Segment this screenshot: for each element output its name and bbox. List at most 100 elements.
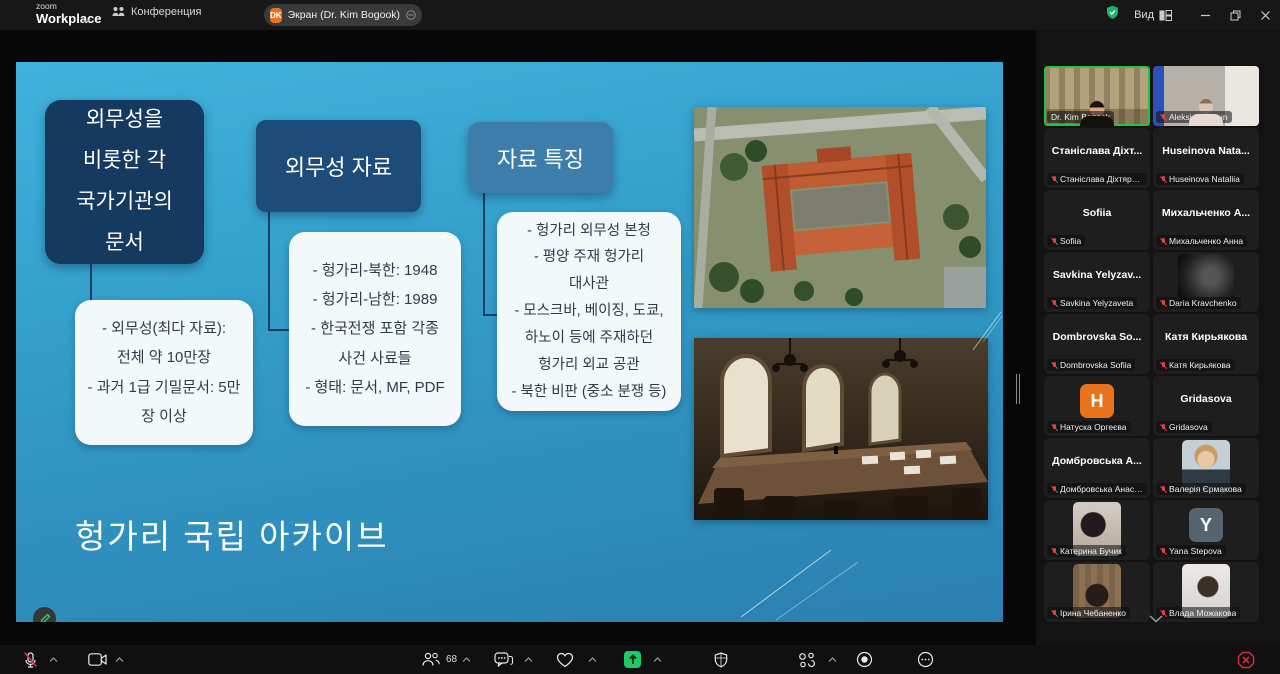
participant-name: Михальченко А...: [1153, 207, 1259, 219]
chevron-down-icon[interactable]: [82, 11, 91, 29]
participants-button[interactable]: 68: [422, 645, 457, 674]
minimize-button[interactable]: [1190, 0, 1220, 30]
panel-resize-handle[interactable]: [1016, 374, 1020, 404]
participant-tile[interactable]: Y Yana Stepova: [1153, 500, 1259, 560]
participant-label: Yana Stepova: [1156, 545, 1226, 557]
ellipsis-circle-icon[interactable]: [406, 8, 416, 22]
scroll-participants-button[interactable]: [1142, 612, 1170, 626]
participant-label: Huseinova Nataliia: [1156, 173, 1244, 185]
participant-tile[interactable]: Катерина Бучик: [1044, 500, 1150, 560]
apps-chevron[interactable]: [828, 645, 837, 674]
meeting-toolbar: 68: [0, 645, 1280, 674]
share-chevron[interactable]: [653, 645, 662, 674]
tab-screen-share[interactable]: DK Экран (Dr. Kim Bogook): [264, 4, 422, 26]
slide-detail-materials: - 헝가리-북한: 1948 - 헝가리-남한: 1989 - 한국전쟁 포함 …: [289, 232, 461, 426]
restore-button[interactable]: [1220, 0, 1250, 30]
chat-button[interactable]: [494, 645, 513, 674]
participant-label: Катерина Бучик: [1047, 545, 1126, 557]
participant-name: Sofiia: [1044, 207, 1150, 219]
close-window-button[interactable]: [1250, 0, 1280, 30]
view-button[interactable]: Вид: [1134, 9, 1172, 21]
muted-mic-icon: [1051, 175, 1058, 184]
more-button[interactable]: [917, 645, 934, 674]
participant-name: Gridasova: [1153, 393, 1259, 405]
slide-box-ministry-materials: 외무성 자료: [256, 120, 421, 212]
participant-tile[interactable]: Станіслава Діхт... Станіслава Діхтяренко: [1044, 128, 1150, 188]
muted-mic-icon: [1051, 299, 1058, 308]
camera-icon: [88, 653, 107, 666]
screen-tab-label: Экран (Dr. Kim Bogook): [288, 9, 400, 21]
security-button[interactable]: [714, 645, 728, 674]
verified-shield-icon: [1105, 5, 1120, 25]
muted-mic-icon: [1051, 361, 1058, 370]
muted-mic-icon: [1051, 423, 1058, 432]
archive-interior-photo: [694, 338, 988, 520]
participant-tile[interactable]: Михальченко А... Михальченко Анна: [1153, 190, 1259, 250]
heart-icon: [556, 652, 574, 668]
logo-line1: zoom: [36, 2, 102, 11]
muted-mic-icon: [1160, 113, 1167, 122]
reactions-chevron[interactable]: [588, 645, 597, 674]
participant-label: Станіслава Діхтяренко: [1047, 173, 1147, 185]
participant-tile[interactable]: Savkina Yelyzav... Savkina Yelyzaveta: [1044, 252, 1150, 312]
participant-tile[interactable]: Huseinova Nata... Huseinova Nataliia: [1153, 128, 1259, 188]
tab-conference[interactable]: Конференция: [112, 6, 201, 18]
participant-name: Станіслава Діхт...: [1044, 145, 1150, 157]
participant-name: Savkina Yelyzav...: [1044, 269, 1150, 281]
participant-tile[interactable]: Катя Кирьякова Катя Кирьякова: [1153, 314, 1259, 374]
muted-mic-icon: [1160, 175, 1167, 184]
titlebar: zoom Workplace Конференция DK Экран (Dr.…: [0, 0, 1280, 30]
archive-aerial-photo: [694, 107, 986, 308]
video-options-chevron[interactable]: [115, 645, 124, 674]
video-button[interactable]: [88, 645, 107, 674]
participants-count: 68: [446, 654, 457, 665]
chat-icon: [494, 652, 513, 668]
participant-name: Катя Кирьякова: [1153, 331, 1259, 343]
muted-mic-icon: [1160, 237, 1167, 246]
record-button[interactable]: [856, 645, 873, 674]
participant-label: Gridasova: [1156, 421, 1212, 433]
slide-detail-features: - 헝가리 외무성 본청 - 평양 주재 헝가리 대사관 - 모스크바, 베이징…: [497, 212, 681, 411]
participant-tile[interactable]: H Натуска Оргеєва: [1044, 376, 1150, 436]
conference-tab-label: Конференция: [131, 6, 201, 18]
participant-tile[interactable]: Домбровська А... Домбровська Анаст...: [1044, 438, 1150, 498]
shared-screen-area: 외무성을 비롯한 각 국가기관의 문서 - 외무성(최다 자료): 전체 약 1…: [0, 30, 1036, 645]
participant-label: Катя Кирьякова: [1156, 359, 1235, 371]
reactions-button[interactable]: [556, 645, 574, 674]
end-x-icon: [1237, 651, 1255, 669]
participant-tile[interactable]: Sofiia Sofiia: [1044, 190, 1150, 250]
slide-detail-ministry: - 외무성(최다 자료): 전체 약 10만장 - 과거 1급 기밀문서: 5만…: [75, 300, 253, 445]
muted-mic-icon: [1160, 547, 1167, 556]
pencil-icon: [39, 613, 51, 623]
people-grid-icon: [112, 6, 125, 18]
chat-chevron[interactable]: [524, 645, 533, 674]
participant-tile-video[interactable]: Dr. Kim Bogook: [1044, 66, 1150, 126]
shield-icon: [714, 652, 728, 668]
participant-tile[interactable]: Валерія Єрмакова: [1153, 438, 1259, 498]
apps-button[interactable]: [798, 645, 816, 674]
participant-label: Savkina Yelyzaveta: [1047, 297, 1137, 309]
participant-tile[interactable]: Ірина Чебаненко: [1044, 562, 1150, 622]
muted-mic-icon: [1051, 485, 1058, 494]
participant-label: Sofiia: [1047, 235, 1085, 247]
participant-tile-video[interactable]: Aleksia Morhun: [1153, 66, 1259, 126]
muted-mic-icon: [1160, 485, 1167, 494]
mute-button[interactable]: [22, 645, 39, 674]
avatar: Y: [1189, 508, 1223, 542]
end-meeting-button[interactable]: [1237, 645, 1255, 674]
avatar: H: [1080, 384, 1114, 418]
apps-icon: [798, 652, 816, 668]
participant-tile[interactable]: Gridasova Gridasova: [1153, 376, 1259, 436]
annotate-button[interactable]: [33, 607, 56, 622]
participant-name: Huseinova Nata...: [1153, 145, 1259, 157]
participants-chevron[interactable]: [462, 645, 471, 674]
mute-options-chevron[interactable]: [49, 645, 58, 674]
participant-label: Aleksia Morhun: [1156, 111, 1232, 123]
participant-name: Домбровська А...: [1044, 455, 1150, 467]
share-screen-button[interactable]: [624, 645, 641, 674]
connector-line: [268, 212, 270, 330]
participant-tile[interactable]: Daria Kravchenko: [1153, 252, 1259, 312]
participant-label: Натуска Оргеєва: [1047, 421, 1131, 433]
participant-tile[interactable]: Dombrovska So... Dombrovska Sofiia: [1044, 314, 1150, 374]
view-label: Вид: [1134, 9, 1154, 21]
